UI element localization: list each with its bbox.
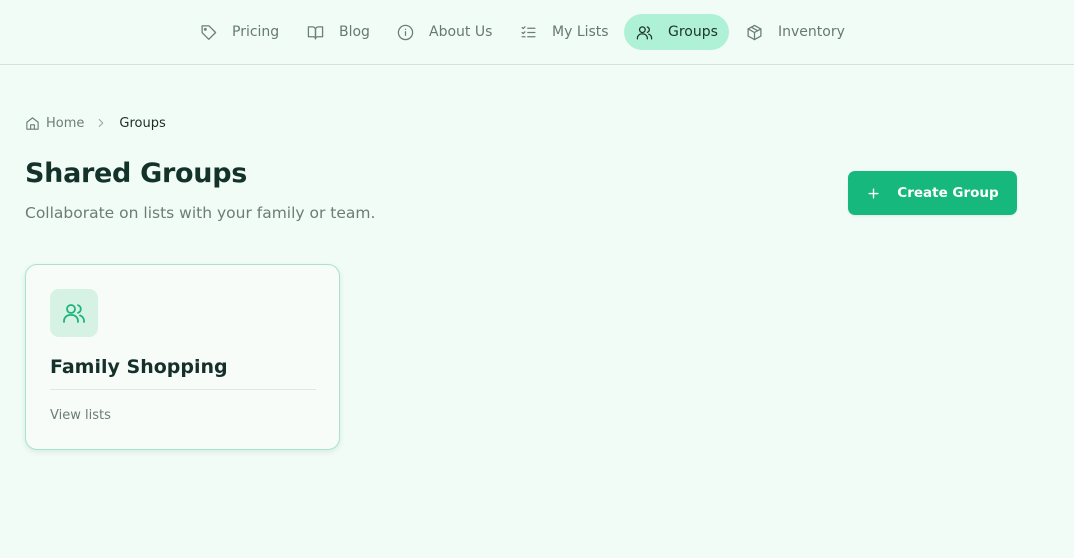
breadcrumb: Home Groups <box>25 114 166 132</box>
nav-label-groups: Groups <box>668 24 718 40</box>
nav-label-blog: Blog <box>339 24 370 40</box>
list-checks-icon <box>521 25 536 37</box>
view-lists-link[interactable]: View lists <box>50 408 111 423</box>
nav-item-blog[interactable]: Blog <box>307 14 370 50</box>
users-icon <box>636 25 653 40</box>
breadcrumb-home-label: Home <box>46 115 85 131</box>
users-icon <box>63 304 85 323</box>
group-icon-badge <box>50 289 98 337</box>
home-icon <box>26 116 39 130</box>
breadcrumb-home[interactable]: Home <box>25 116 84 131</box>
tag-icon <box>201 24 217 40</box>
nav-label-my-lists: My Lists <box>552 24 609 40</box>
nav-item-groups[interactable]: Groups <box>624 14 729 50</box>
nav-item-inventory[interactable]: Inventory <box>746 14 845 50</box>
box-icon <box>747 24 762 40</box>
chevron-right-icon <box>99 118 104 128</box>
top-navigation: Pricing Blog About Us My Lists Groups In… <box>0 0 1074 65</box>
card-divider <box>50 389 316 390</box>
nav-item-pricing[interactable]: Pricing <box>200 14 279 50</box>
page-title: Shared Groups <box>25 158 247 189</box>
create-group-label: Create Group <box>897 185 999 201</box>
nav-label-inventory: Inventory <box>778 24 845 40</box>
nav-label-about-us: About Us <box>429 24 493 40</box>
page-subtitle: Collaborate on lists with your family or… <box>25 204 376 222</box>
info-icon <box>397 24 414 40</box>
nav-item-about-us[interactable]: About Us <box>397 14 492 50</box>
nav-label-pricing: Pricing <box>232 24 280 40</box>
nav-item-my-lists[interactable]: My Lists <box>520 14 609 50</box>
create-group-button[interactable]: Create Group <box>848 171 1017 215</box>
group-card[interactable]: Family Shopping View lists <box>25 264 340 450</box>
book-icon <box>307 25 324 40</box>
breadcrumb-current: Groups <box>119 115 166 131</box>
group-name: Family Shopping <box>50 356 228 378</box>
plus-icon <box>868 187 879 199</box>
